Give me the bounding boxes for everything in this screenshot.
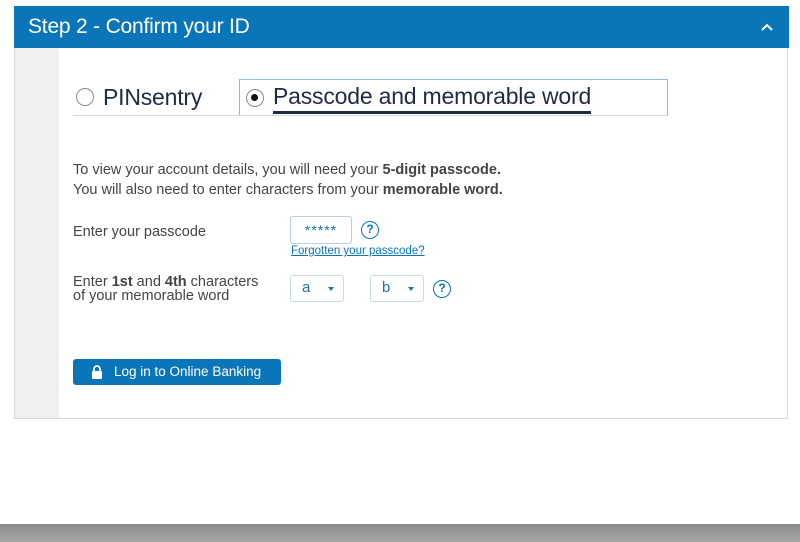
panel-header[interactable]: Step 2 - Confirm your ID	[14, 6, 789, 48]
left-gutter	[15, 48, 59, 418]
passcode-label: Enter your passcode	[73, 224, 206, 240]
intro-line1-text: To view your account details, you will n…	[73, 162, 383, 178]
login-button[interactable]: Log in to Online Banking	[73, 359, 281, 385]
radio-option-pinsentry[interactable]: PINsentry	[76, 83, 202, 111]
intro-line-1: To view your account details, you will n…	[73, 160, 503, 180]
confirm-id-panel	[14, 6, 788, 419]
options-divider	[73, 115, 669, 116]
intro-line-2: You will also need to enter characters f…	[73, 180, 503, 200]
intro-line2-bold: memorable word.	[382, 182, 503, 198]
radio-pinsentry-label: PINsentry	[103, 83, 203, 110]
radio-passcode[interactable]	[246, 88, 264, 107]
caret-down-icon	[328, 287, 334, 291]
bottom-edge	[0, 524, 800, 542]
radio-pinsentry[interactable]	[76, 88, 94, 106]
lock-icon	[92, 365, 102, 379]
memorable-word-help-icon[interactable]: ?	[433, 280, 451, 298]
memorable-char-1-value: a	[302, 279, 311, 296]
intro-text: To view your account details, you will n…	[73, 160, 503, 200]
forgotten-passcode-link[interactable]: Forgotten your passcode?	[291, 245, 425, 257]
chevron-up-icon[interactable]	[759, 19, 775, 35]
radio-passcode-label: Passcode and memorable word	[273, 81, 591, 114]
memorable-char-2-value: b	[382, 279, 391, 296]
memorable-word-label-line1: Enter 1st and 4th characters	[73, 275, 258, 290]
intro-line2-text: You will also need to enter characters f…	[73, 182, 383, 198]
memorable-char-2-select[interactable]: b	[370, 275, 424, 302]
panel-title: Step 2 - Confirm your ID	[28, 15, 250, 38]
memorable-word-label: Enter 1st and 4th characters of your mem…	[73, 275, 258, 304]
passcode-input[interactable]: *****	[290, 216, 352, 244]
login-button-label: Log in to Online Banking	[114, 364, 262, 379]
radio-option-passcode[interactable]: Passcode and memorable word	[239, 79, 668, 115]
intro-line1-bold: 5-digit passcode.	[382, 162, 501, 178]
caret-down-icon	[408, 287, 414, 291]
passcode-help-icon[interactable]: ?	[361, 221, 379, 239]
memorable-char-1-select[interactable]: a	[290, 275, 344, 302]
memorable-word-label-line2: of your memorable word	[73, 288, 230, 304]
